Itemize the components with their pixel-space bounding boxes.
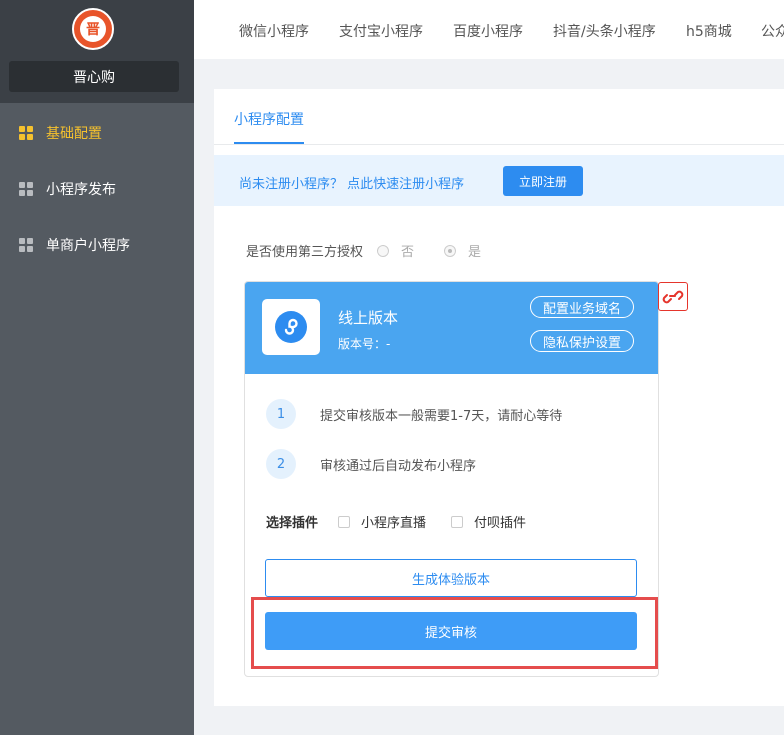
tab-douyin[interactable]: 抖音/头条小程序 xyxy=(553,21,656,41)
step-1: 1 提交审核版本一般需要1-7天，请耐心等待 xyxy=(266,399,562,429)
third-party-auth-label: 是否使用第三方授权 xyxy=(246,245,364,260)
generate-trial-version-button[interactable]: 生成体验版本 xyxy=(265,559,637,597)
main-panel: 小程序配置 尚未注册小程序？ 点此快速注册小程序 立即注册 是否使用第三方授权 … xyxy=(214,89,784,706)
tab-alipay[interactable]: 支付宝小程序 xyxy=(339,21,423,41)
store-logo: 晋 xyxy=(72,8,114,50)
submit-review-button[interactable]: 提交审核 xyxy=(265,612,637,650)
plugins-label: 选择插件 xyxy=(266,516,319,531)
live-plugin-checkbox[interactable] xyxy=(338,515,351,528)
step-number: 1 xyxy=(266,399,296,429)
config-domain-button[interactable]: 配置业务域名 xyxy=(530,296,634,318)
version-number: 版本号：- xyxy=(338,337,391,351)
tab-divider xyxy=(214,144,784,145)
mini-program-icon xyxy=(262,299,320,355)
tab-baidu[interactable]: 百度小程序 xyxy=(453,21,523,41)
online-version-title: 线上版本 xyxy=(338,309,399,327)
grid-icon xyxy=(19,126,33,140)
live-plugin-label[interactable]: 小程序直播 xyxy=(361,512,426,531)
privacy-settings-button[interactable]: 隐私保护设置 xyxy=(530,330,634,352)
tab-h5-mall[interactable]: h5商城 xyxy=(686,21,732,41)
tab-official-account[interactable]: 公众 xyxy=(761,21,784,41)
store-logo-mark: 晋 xyxy=(80,16,106,42)
sidebar-item-label: 基础配置 xyxy=(46,126,102,142)
auth-yes-label[interactable]: 是 xyxy=(468,241,481,260)
register-now-button[interactable]: 立即注册 xyxy=(503,166,583,196)
auth-no-radio[interactable] xyxy=(377,244,390,257)
grid-icon xyxy=(19,182,33,196)
step-2: 2 审核通过后自动发布小程序 xyxy=(266,449,476,479)
third-party-auth-row: 是否使用第三方授权 否 是 xyxy=(246,241,481,260)
auth-yes-radio[interactable] xyxy=(444,244,457,257)
sidebar-item-label: 单商户小程序 xyxy=(46,238,130,254)
store-name[interactable]: 晋心购 xyxy=(9,61,179,92)
fubei-plugin-label[interactable]: 付呗插件 xyxy=(474,512,526,531)
grid-icon xyxy=(19,238,33,252)
step-text: 审核通过后自动发布小程序 xyxy=(320,458,477,474)
sidebar-item-label: 小程序发布 xyxy=(46,182,116,198)
auth-no-label[interactable]: 否 xyxy=(401,241,414,260)
fubei-plugin-checkbox[interactable] xyxy=(451,515,464,528)
tab-mini-program-config[interactable]: 小程序配置 xyxy=(234,109,304,129)
step-number: 2 xyxy=(266,449,296,479)
brand-area: 晋 晋心购 xyxy=(0,0,194,103)
register-notice-link[interactable]: 尚未注册小程序？ 点此快速注册小程序 xyxy=(239,173,464,192)
tab-wechat[interactable]: 微信小程序 xyxy=(239,21,309,41)
sidebar-item-basic-config[interactable]: 基础配置 xyxy=(0,113,194,153)
sidebar: 晋 晋心购 基础配置 小程序发布 单商户小程序 xyxy=(0,0,194,735)
sidebar-item-publish[interactable]: 小程序发布 xyxy=(0,169,194,209)
step-text: 提交审核版本一般需要1-7天，请耐心等待 xyxy=(320,408,563,424)
sidebar-item-single-merchant[interactable]: 单商户小程序 xyxy=(0,225,194,265)
release-card: 线上版本 版本号：- 配置业务域名 隐私保护设置 1 提交审核版本一般需要1-7… xyxy=(244,281,659,677)
plugin-selector: 选择插件 小程序直播 付呗插件 xyxy=(266,512,551,531)
unlink-icon[interactable] xyxy=(658,282,688,311)
top-navigation: 微信小程序 支付宝小程序 百度小程序 抖音/头条小程序 h5商城 公众 xyxy=(194,0,784,59)
register-notice: 尚未注册小程序？ 点此快速注册小程序 立即注册 xyxy=(214,155,784,206)
release-card-header: 线上版本 版本号：- 配置业务域名 隐私保护设置 xyxy=(245,282,658,374)
